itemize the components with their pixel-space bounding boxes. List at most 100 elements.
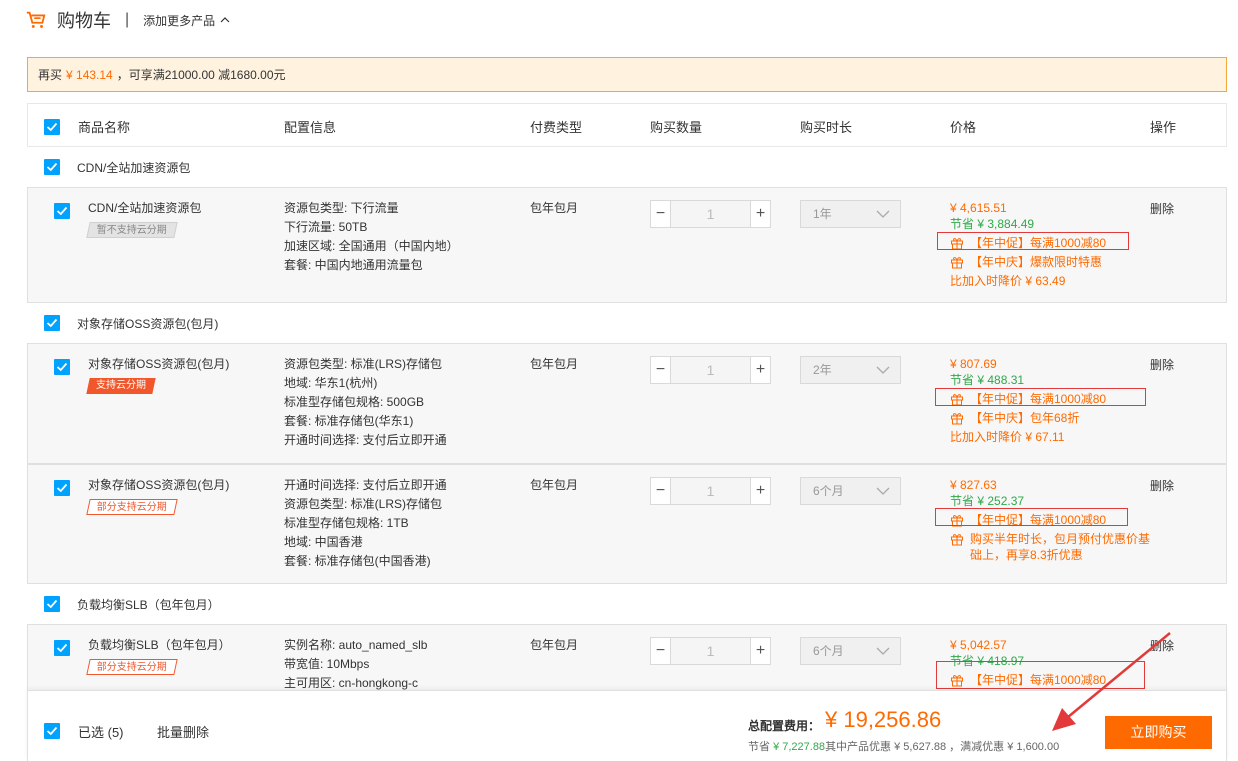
delete-link[interactable]: 删除 [1150,477,1174,494]
delete-link[interactable]: 删除 [1150,356,1174,373]
item-checkbox[interactable] [54,640,70,656]
notice-prefix: 再买 [38,68,63,82]
group-checkbox-slb[interactable] [44,596,60,612]
quantity-stepper: − 1 + [650,637,771,665]
batch-delete-button[interactable]: 批量删除 [157,722,209,741]
pay-type: 包年包月 [530,638,579,652]
saving-amount: 节省 ¥ 3,884.49 [950,217,1035,231]
quantity-input[interactable]: 1 [671,478,750,504]
promo-text-line: 础上，再享8.3折优惠 [970,548,1083,562]
gift-icon [951,413,963,425]
group-label-slb: 负载均衡SLB（包年包月） [77,598,220,612]
select-all-checkbox[interactable] [44,119,60,135]
config-line: 资源包类型: 标准(LRS)存储包 [284,497,443,511]
column-header-duration: 购买时长 [800,120,853,135]
selected-count: 已选 (5) [78,725,124,740]
increment-button[interactable]: + [750,357,770,383]
config-line: 开通时间选择: 支付后立即开通 [284,433,447,447]
check-icon [46,726,58,736]
duration-select[interactable]: 1年 [800,200,901,228]
check-icon [56,643,68,653]
check-icon [56,362,68,372]
decrement-button[interactable]: − [651,201,671,227]
item-name: 对象存储OSS资源包(包月) [88,357,230,371]
increment-button[interactable]: + [750,638,770,664]
column-header-action: 操作 [1150,120,1177,135]
decrement-button[interactable]: − [651,478,671,504]
item-checkbox[interactable] [54,480,70,496]
price-drop: 比加入时降价 ¥ 63.49 [950,274,1066,288]
increment-button[interactable]: + [750,478,770,504]
check-icon [46,162,58,172]
cart-item-oss-1: 对象存储OSS资源包(包月) 支持云分期 资源包类型: 标准(LRS)存储包 地… [27,343,1227,464]
add-more-label: 添加更多产品 [143,13,216,28]
buy-now-button[interactable]: 立即购买 [1105,716,1212,749]
group-checkbox-cdn[interactable] [44,159,60,175]
promo-notice: 再买 ¥ 143.14 ，可享满21000.00 减1680.00元 [27,57,1227,92]
column-header-price: 价格 [950,120,977,135]
installment-tag: 部分支持云分期 [86,659,178,675]
checkout-bar: 已选 (5) 批量删除 总配置费用： ¥ 19,256.86 节省 ¥ 7,22… [27,690,1227,761]
config-line: 开通时间选择: 支付后立即开通 [284,478,447,492]
promo-line: 【年中庆】爆款限时特惠 [950,254,1106,270]
delete-link[interactable]: 删除 [1150,200,1174,217]
group-label-cdn: CDN/全站加速资源包 [77,161,191,175]
config-line: 资源包类型: 下行流量 [284,201,399,215]
gift-icon [951,534,963,546]
footer-select-all-checkbox[interactable] [44,723,60,739]
check-icon [56,206,68,216]
item-config: 开通时间选择: 支付后立即开通 资源包类型: 标准(LRS)存储包 标准型存储包… [284,476,447,571]
add-more-products-link[interactable]: 添加更多产品 [143,12,230,29]
original-price: ¥ 5,042.57 [950,638,1007,652]
decrement-button[interactable]: − [651,357,671,383]
item-config: 实例名称: auto_named_slb 带宽值: 10Mbps 主可用区: c… [284,636,427,693]
item-checkbox[interactable] [54,359,70,375]
config-line: 套餐: 标准存储包(中国香港) [284,554,431,568]
duration-select[interactable]: 6个月 [800,477,901,505]
item-config: 资源包类型: 标准(LRS)存储包 地域: 华东1(杭州) 标准型存储包规格: … [284,355,447,450]
cart-header: 购物车 | 添加更多产品 [25,6,230,34]
config-line: 带宽值: 10Mbps [284,657,370,671]
promo-text-line: 购买半年时长，包月预付优惠价基 [970,532,1151,546]
promo-text: 【年中庆】包年68折 [970,411,1080,425]
item-checkbox[interactable] [54,203,70,219]
original-price: ¥ 4,615.51 [950,201,1007,215]
quantity-input[interactable]: 1 [671,638,750,664]
pay-type: 包年包月 [530,478,579,492]
decrement-button[interactable]: − [651,638,671,664]
gift-icon [951,257,963,269]
config-line: 标准型存储包规格: 500GB [284,395,425,409]
config-line: 标准型存储包规格: 1TB [284,516,409,530]
promo-text: 【年中庆】爆款限时特惠 [970,255,1103,269]
promo-line: 购买半年时长，包月预付优惠价基 础上，再享8.3折优惠 [950,531,1150,563]
saving-amount: 节省 ¥ 252.37 [950,494,1025,508]
duration-select[interactable]: 6个月 [800,637,901,665]
table-header: 商品名称 配置信息 付费类型 购买数量 购买时长 价格 操作 [27,103,1227,147]
increment-button[interactable]: + [750,201,770,227]
cart-item-oss-2: 对象存储OSS资源包(包月) 部分支持云分期 开通时间选择: 支付后立即开通 资… [27,464,1227,584]
quantity-stepper: − 1 + [650,356,771,384]
delete-link[interactable]: 删除 [1150,637,1174,654]
config-line: 加速区域: 全国通用（中国内地） [284,239,459,253]
notice-suffix: ，可享满21000.00 减1680.00元 [116,68,286,82]
duration-value: 6个月 [813,644,844,658]
check-icon [56,483,68,493]
installment-tag: 支持云分期 [86,378,156,394]
saving-amount: 节省 ¥ 488.31 [950,373,1025,387]
check-icon [46,122,58,132]
duration-value: 2年 [813,363,832,377]
duration-select[interactable]: 2年 [800,356,901,384]
quantity-input[interactable]: 1 [671,357,750,383]
check-icon [46,599,58,609]
group-checkbox-oss[interactable] [44,315,60,331]
quantity-input[interactable]: 1 [671,201,750,227]
config-line: 地域: 中国香港 [284,535,363,549]
duration-value: 1年 [813,207,832,221]
tag-label: 部分支持云分期 [96,502,167,513]
item-name: 对象存储OSS资源包(包月) [88,478,230,492]
item-name: CDN/全站加速资源包 [88,201,202,215]
header-separator: | [125,11,130,28]
pay-type: 包年包月 [530,357,579,371]
config-line: 下行流量: 50TB [284,220,368,234]
quantity-stepper: − 1 + [650,477,771,505]
